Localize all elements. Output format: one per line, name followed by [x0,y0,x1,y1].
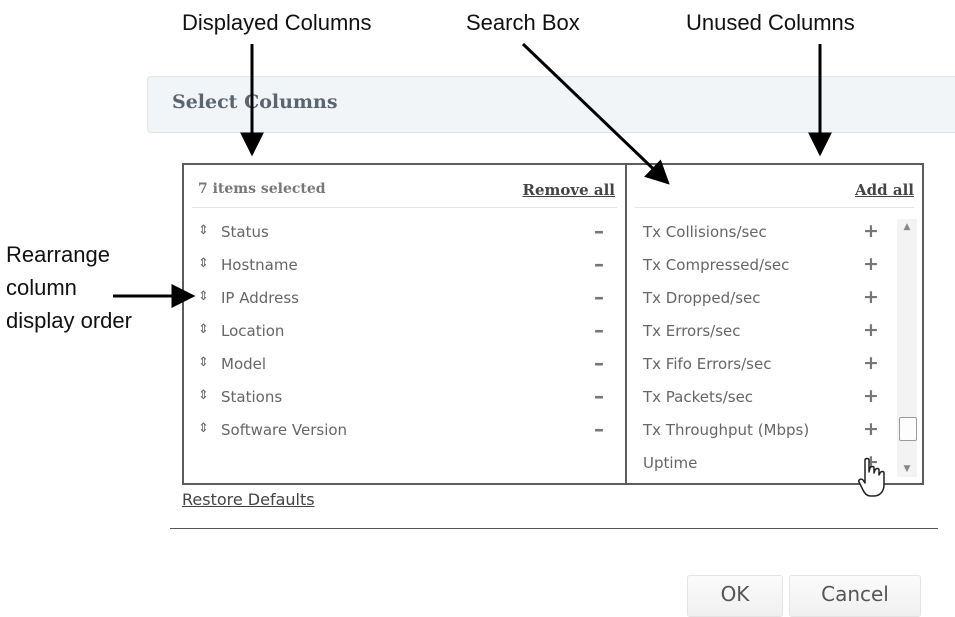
scroll-down-icon[interactable]: ▼ [897,461,917,477]
unused-column-label: Uptime [643,454,698,472]
remove-column-icon[interactable]: – [594,320,604,340]
unused-column-row[interactable]: Tx Dropped/sec + [627,283,897,316]
unused-column-label: Tx Dropped/sec [643,289,761,307]
callout-rearrange-line2: column [6,275,77,300]
displayed-column-row[interactable]: ⇕ Location – [184,316,625,349]
drag-handle-icon[interactable]: ⇕ [198,355,209,370]
drag-handle-icon[interactable]: ⇕ [198,421,209,436]
divider [170,528,938,529]
column-chooser: 7 items selected Remove all ⇕ Status – ⇕ Hos… [182,163,924,485]
unused-column-label: Tx Errors/sec [643,322,741,340]
add-column-icon[interactable]: + [863,221,879,241]
displayed-column-label: IP Address [221,289,299,307]
displayed-column-label: Stations [221,388,283,406]
remove-column-icon[interactable]: – [594,254,604,274]
unused-column-label: Tx Compressed/sec [643,256,790,274]
remove-column-icon[interactable]: – [594,353,604,373]
drag-handle-icon[interactable]: ⇕ [198,289,209,304]
scrollbar[interactable]: ▲ ▼ [897,219,917,477]
selected-count: 7 items selected [198,181,326,197]
scrollbar-thumb[interactable] [899,416,917,441]
unused-column-row[interactable]: Tx Errors/sec + [627,316,897,349]
remove-column-icon[interactable]: – [594,221,604,241]
callout-search-box: Search Box [466,10,580,35]
add-column-icon[interactable]: + [863,419,879,439]
drag-handle-icon[interactable]: ⇕ [198,388,209,403]
scroll-up-icon[interactable]: ▲ [897,219,917,235]
drag-handle-icon[interactable]: ⇕ [198,256,209,271]
ok-button[interactable]: OK [687,575,783,617]
displayed-column-row[interactable]: ⇕ Software Version – [184,415,625,448]
unused-column-label: Tx Throughput (Mbps) [643,421,810,439]
restore-defaults-link[interactable]: Restore Defaults [182,490,315,509]
unused-column-label: Tx Packets/sec [643,388,754,406]
remove-all-link[interactable]: Remove all [523,181,615,199]
remove-column-icon[interactable]: – [594,386,604,406]
add-column-icon[interactable]: + [863,386,879,406]
search-input[interactable] [643,181,797,209]
displayed-column-label: Software Version [221,421,348,439]
add-column-icon[interactable]: + [863,353,879,373]
unused-pane-header: Add all [635,173,914,209]
displayed-column-row[interactable]: ⇕ IP Address – [184,283,625,316]
unused-column-row[interactable]: Tx Collisions/sec + [627,217,897,250]
displayed-column-row[interactable]: ⇕ Stations – [184,382,625,415]
dialog-header: Select Columns [147,76,955,133]
callout-displayed-columns: Displayed Columns [182,10,372,35]
callout-rearrange-line1: Rearrange [6,242,110,267]
remove-column-icon[interactable]: – [594,419,604,439]
unused-column-row[interactable]: Uptime + [627,448,897,481]
unused-column-row[interactable]: Tx Packets/sec + [627,382,897,415]
dialog-title: Select Columns [172,91,338,113]
unused-column-row[interactable]: Tx Fifo Errors/sec + [627,349,897,382]
unused-column-label: Tx Fifo Errors/sec [643,355,772,373]
displayed-column-row[interactable]: ⇕ Hostname – [184,250,625,283]
displayed-column-row[interactable]: ⇕ Model – [184,349,625,382]
unused-columns-pane: Add all Tx Collisions/sec + Tx Compressed/… [627,165,922,483]
unused-column-row[interactable]: Tx Compressed/sec + [627,250,897,283]
displayed-column-label: Hostname [221,256,298,274]
displayed-columns-pane: 7 items selected Remove all ⇕ Status – ⇕ Hos… [184,165,627,483]
add-column-icon[interactable]: + [863,287,879,307]
displayed-column-label: Status [221,223,269,241]
cancel-button[interactable]: Cancel [789,575,921,617]
drag-handle-icon[interactable]: ⇕ [198,322,209,337]
add-column-icon[interactable]: + [863,452,879,472]
displayed-pane-header: 7 items selected Remove all [192,173,617,208]
remove-column-icon[interactable]: – [594,287,604,307]
displayed-column-row[interactable]: ⇕ Status – [184,217,625,250]
drag-handle-icon[interactable]: ⇕ [198,223,209,238]
unused-column-row[interactable]: Tx Throughput (Mbps) + [627,415,897,448]
displayed-column-label: Location [221,322,285,340]
callout-unused-columns: Unused Columns [686,10,855,35]
add-column-icon[interactable]: + [863,254,879,274]
callout-rearrange-line3: display order [6,308,132,333]
add-column-icon[interactable]: + [863,320,879,340]
displayed-column-label: Model [221,355,267,373]
add-all-link[interactable]: Add all [855,181,914,199]
unused-column-label: Tx Collisions/sec [643,223,767,241]
